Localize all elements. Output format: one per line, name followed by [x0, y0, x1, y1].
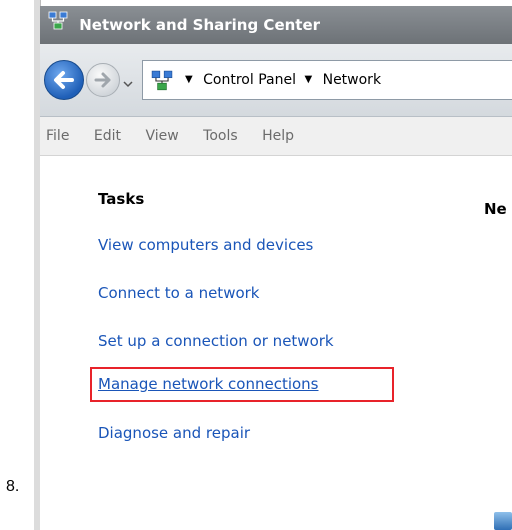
chevron-down-icon[interactable]: ▼ — [304, 61, 312, 99]
task-diagnose-repair[interactable]: Diagnose and repair — [98, 424, 250, 442]
forward-arrow-icon — [94, 72, 111, 88]
step-number: 8. — [6, 478, 20, 495]
network-center-icon — [48, 7, 68, 45]
breadcrumb-control-panel[interactable]: Control Panel — [203, 72, 296, 88]
menu-file[interactable]: File — [46, 117, 69, 155]
menu-view[interactable]: View — [145, 117, 178, 155]
back-arrow-icon — [54, 71, 74, 89]
back-button[interactable] — [44, 60, 84, 100]
menu-edit[interactable]: Edit — [94, 117, 121, 155]
tasks-heading: Tasks — [98, 190, 145, 208]
window-title: Network and Sharing Center — [79, 16, 321, 34]
network-center-icon — [151, 69, 173, 107]
menu-bar: File Edit View Tools Help — [40, 117, 512, 156]
navigation-bar: ▼ Control Panel ▼ Network — [40, 44, 512, 117]
recent-pages-dropdown[interactable] — [122, 74, 134, 93]
forward-button[interactable] — [86, 63, 120, 97]
highlight-box — [90, 367, 394, 402]
content-pane: Tasks Ne View computers and devices Conn… — [40, 156, 512, 530]
task-view-computers[interactable]: View computers and devices — [98, 236, 313, 254]
network-icon — [494, 512, 512, 530]
title-bar[interactable]: Network and Sharing Center — [40, 6, 512, 44]
network-heading: Ne — [484, 200, 507, 218]
chevron-down-icon[interactable]: ▼ — [185, 61, 193, 99]
explorer-window: Network and Sharing Center ▼ Control Pan… — [34, 0, 512, 530]
task-setup-connection[interactable]: Set up a connection or network — [98, 332, 334, 350]
chevron-down-icon — [123, 81, 133, 88]
menu-help[interactable]: Help — [262, 117, 294, 155]
task-connect-network[interactable]: Connect to a network — [98, 284, 260, 302]
menu-tools[interactable]: Tools — [203, 117, 238, 155]
breadcrumb-network[interactable]: Network — [323, 72, 381, 88]
breadcrumb: ▼ Control Panel ▼ Network — [181, 61, 381, 99]
address-bar[interactable]: ▼ Control Panel ▼ Network — [142, 60, 512, 100]
